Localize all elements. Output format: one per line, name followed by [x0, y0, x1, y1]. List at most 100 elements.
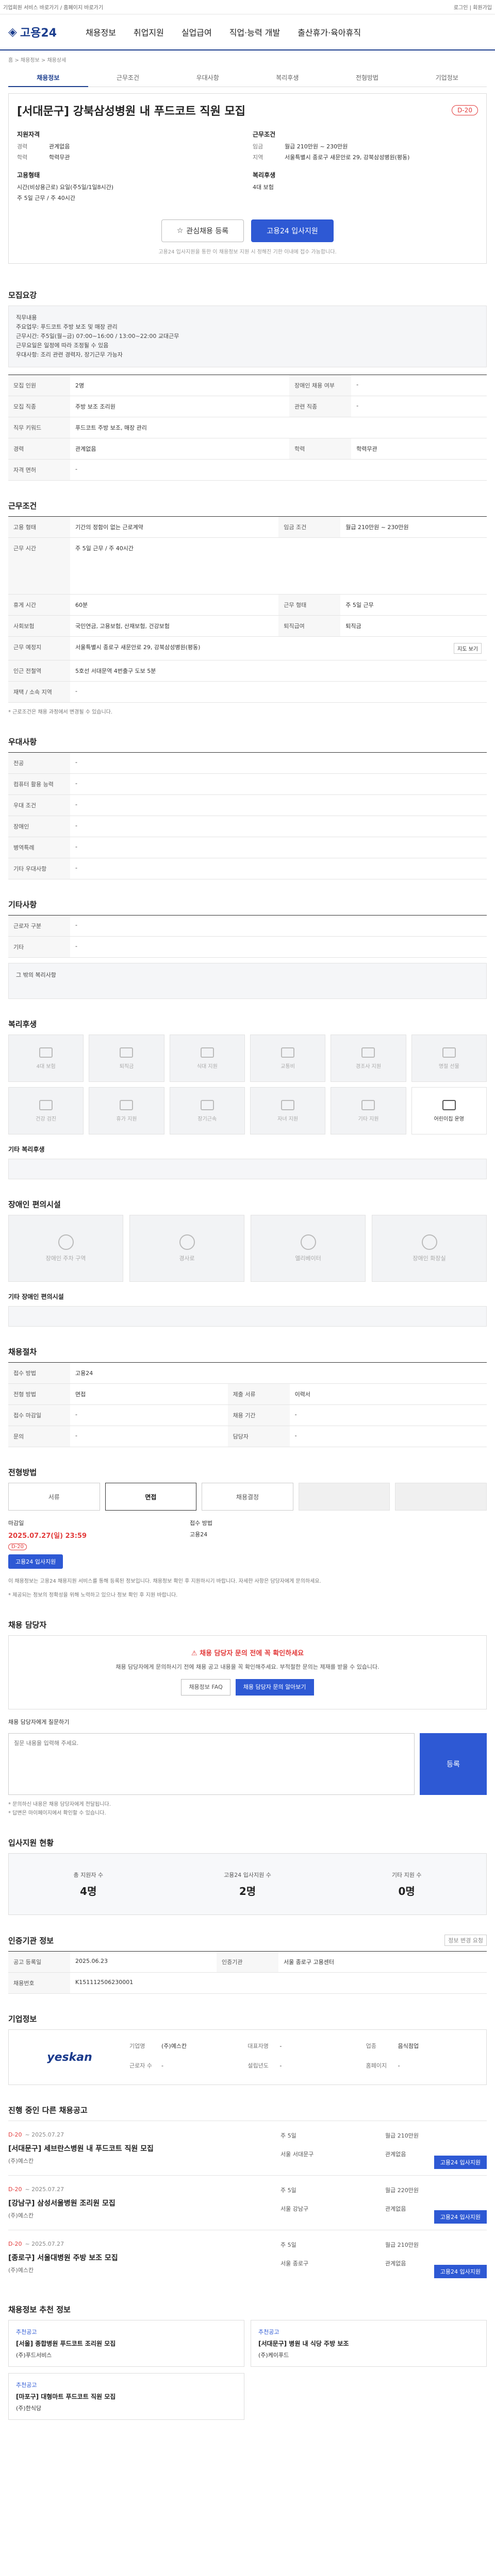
cell-value: 학력무관	[351, 438, 487, 460]
cell-key: 장애인 채용 여부	[289, 375, 352, 396]
cell-value: -	[351, 396, 487, 417]
kv-value: -	[161, 2062, 163, 2069]
scrap-button[interactable]: ☆ 관심채용 등록	[161, 219, 244, 242]
jobs-title: 진행 중인 다른 채용공고	[8, 2106, 88, 2115]
meal-icon	[200, 1047, 214, 1058]
process-section: 전형방법 서류 면접 채용결정 마감일 2025.07.27(일) 23:59 …	[8, 1447, 487, 1600]
cell-value: 5호선 서대문역 4번출구 도보 5분	[70, 660, 487, 682]
tab-welfare[interactable]: 복리후생	[248, 73, 327, 82]
etc-extra: 그 밖의 복리사항	[8, 963, 487, 999]
health-icon	[39, 1099, 53, 1110]
inquiry-guide-button[interactable]: 채용 담당자 문의 알아보기	[235, 1679, 314, 1696]
cell-key: 직무 키워드	[8, 417, 70, 438]
global-nav: ◈ 고용24 채용정보 취업지원 실업급여 직업·능력 개발 출산휴가·육아휴직	[0, 14, 495, 50]
apply-button[interactable]: 고용24 입사지원	[251, 219, 334, 242]
job-info: 주 5일	[280, 2242, 296, 2248]
cell-key: 문의	[8, 1426, 70, 1447]
regist-table: 공고 등록일 2025.06.23 인증기관 서울 종로구 고용센터 채용번호 K151…	[8, 1951, 487, 1994]
inquiry-input[interactable]	[8, 1733, 415, 1795]
condition-col: 근무조건 임금 월급 210만원 ~ 230만원 지역 서울특별시 종로구 새문안로…	[253, 130, 478, 205]
job-title-link[interactable]: [서대문구] 세브란스병원 내 푸드코트 직원 모집	[8, 2143, 280, 2154]
kv-value: -	[398, 2062, 400, 2069]
disabled-title: 장애인 편의시설	[8, 1200, 61, 1209]
kv-value: 학력무관	[49, 154, 70, 161]
apply-button-2[interactable]: 고용24 입사지원	[8, 1554, 63, 1569]
welfare-grid: 4대 보험 퇴직금 식대 지원 교통비 경조사 지원 명절 선물 건강 검진 휴…	[8, 1035, 487, 1134]
nav-support[interactable]: 취업지원	[134, 26, 164, 38]
kv-key: 대표자명	[248, 2043, 269, 2049]
recommend-card[interactable]: 추천공고 [서대문구] 병원 내 식당 주방 보조 (주)케이푸드	[251, 2320, 487, 2367]
job-apply-button[interactable]: 고용24 입사지원	[434, 2265, 487, 2278]
apply-notice: 고용24 입사지원을 통한 이 채용정보 지원 시 정해진 기한 이내에 접수 …	[158, 249, 337, 255]
nav-unemployment[interactable]: 실업급여	[182, 26, 212, 38]
cell-value: -	[289, 1404, 487, 1426]
job-apply-button[interactable]: 고용24 입사지원	[434, 2156, 487, 2169]
cell-key: 전형 방법	[8, 1383, 70, 1405]
cell-key: 자격 면허	[8, 459, 70, 481]
cell-key: 근무 시간	[8, 537, 70, 595]
main-menu: 채용정보 취업지원 실업급여 직업·능력 개발 출산휴가·육아휴직	[86, 26, 361, 38]
job-dday: D-20	[8, 2241, 22, 2247]
nav-leave[interactable]: 출산휴가·육아휴직	[298, 26, 361, 38]
tab-company[interactable]: 기업정보	[407, 73, 487, 82]
job-info: 서울 강남구	[280, 2205, 309, 2212]
faq-button[interactable]: 채용정보 FAQ	[181, 1679, 230, 1696]
nav-jobs[interactable]: 채용정보	[86, 26, 116, 38]
cell-key: 사회보험	[8, 615, 70, 637]
recommend-card[interactable]: 추천공고 [서울] 종합병원 푸드코트 조리원 모집 (주)푸드서비스	[8, 2320, 244, 2367]
job-title-link[interactable]: [종로구] 서울대병원 주방 보조 모집	[8, 2252, 280, 2263]
form-title: 채용 담당자에게 질문하기	[8, 1719, 70, 1725]
kv-key: 업종	[366, 2043, 376, 2049]
award-icon	[200, 1099, 214, 1110]
map-button[interactable]: 지도 보기	[454, 643, 482, 654]
welfare-extra	[8, 1159, 487, 1179]
facility-item: 장애인 주차 구역	[8, 1215, 123, 1282]
job-description: 직무내용 주요업무: 푸드코트 주방 보조 및 매장 관리 근무시간: 주5일(…	[8, 306, 487, 367]
company-title: 기업정보	[8, 2014, 37, 2024]
tab-condition[interactable]: 근무조건	[88, 73, 168, 82]
job-list-item[interactable]: D-20 ~ 2025.07.27 [종로구] 서울대병원 주방 보조 모집 (주)예…	[8, 2230, 487, 2284]
kv-key: 기업명	[129, 2043, 145, 2049]
change-request-button[interactable]: 정보 변경 요청	[444, 1935, 487, 1946]
process-title: 전형방법	[8, 1468, 37, 1477]
cell-key: 제출 서류	[227, 1383, 290, 1405]
submit-button[interactable]: 등록	[420, 1733, 487, 1795]
job-list-item[interactable]: D-20 ~ 2025.07.27 [강남구] 삼성서울병원 조리원 모집 (주)예스…	[8, 2175, 487, 2230]
cell-value: 주 5일 근무	[340, 594, 487, 616]
recommend-tag: 추천공고	[16, 2329, 37, 2335]
welfare-item: 자녀 지원	[250, 1087, 326, 1134]
stats-box: 총 지원자 수 4명 고용24 입사지원 수 2명 기타 지원 수 0명	[8, 1853, 487, 1915]
nav-training[interactable]: 직업·능력 개발	[229, 26, 280, 38]
site-logo[interactable]: ◈ 고용24	[8, 24, 57, 40]
inquiry-warning: ⚠ 채용 담당자 문의 전에 꼭 확인하세요 채용 담당자에게 문의하시기 전에…	[8, 1635, 487, 1709]
regist-title: 인증기관 정보	[8, 1936, 54, 1945]
cell-value: -	[70, 936, 487, 958]
kv-value: 월급 210만원 ~ 230만원	[285, 143, 348, 150]
condition-footnote: * 근로조건은 채용 과정에서 변경될 수 있습니다.	[8, 709, 113, 715]
condition-section-title: 근무조건	[8, 501, 37, 511]
section-tabs: 채용정보 근무조건 우대사항 복리후생 전형방법 기업정보	[8, 69, 487, 87]
child-icon	[281, 1099, 295, 1110]
job-info: 월급 210만원	[385, 2132, 419, 2139]
disabled-extra	[8, 1306, 487, 1327]
hiring-table: 접수 방법 고용24 전형 방법 면접 제출 서류 이력서 접수 마감일 - 채용 기간 - …	[8, 1362, 487, 1447]
stat-item: 기타 지원 수 0명	[391, 1871, 422, 1897]
cell-key: 채용 기간	[227, 1404, 290, 1426]
cell-value: 푸드코트 주방 보조, 매장 관리	[70, 417, 487, 438]
login-links[interactable]: 로그인 | 회원가입	[454, 3, 492, 11]
cell-value: 서울 종로구 고용센터	[278, 1951, 487, 1973]
job-title-link[interactable]: [강남구] 삼성서울병원 조리원 모집	[8, 2198, 280, 2208]
tab-recruit[interactable]: 채용정보	[8, 69, 88, 87]
job-list-item[interactable]: D-20 ~ 2025.07.27 [서대문구] 세브란스병원 내 푸드코트 직원 …	[8, 2121, 487, 2175]
cell-value: -	[70, 752, 487, 774]
tab-prefer[interactable]: 우대사항	[168, 73, 248, 82]
welfare-item: 건강 검진	[8, 1087, 84, 1134]
utility-links[interactable]: 기업회원 서비스 바로가기 / 홈페이지 바로가기	[3, 3, 103, 11]
qualification-col: 지원자격 경력 관계없음 학력 학력무관 고용형태 시간(비상용근로) 요일(주5일…	[17, 130, 242, 205]
kv-key: 임금	[253, 143, 263, 150]
job-apply-button[interactable]: 고용24 입사지원	[434, 2210, 487, 2224]
recommend-card[interactable]: 추천공고 [마포구] 대형마트 푸드코트 직원 모집 (주)한식당	[8, 2373, 244, 2420]
tab-process[interactable]: 전형방법	[327, 73, 407, 82]
cell-value: K151112506230001	[70, 1972, 487, 1994]
job-info: 월급 210만원	[385, 2242, 419, 2248]
